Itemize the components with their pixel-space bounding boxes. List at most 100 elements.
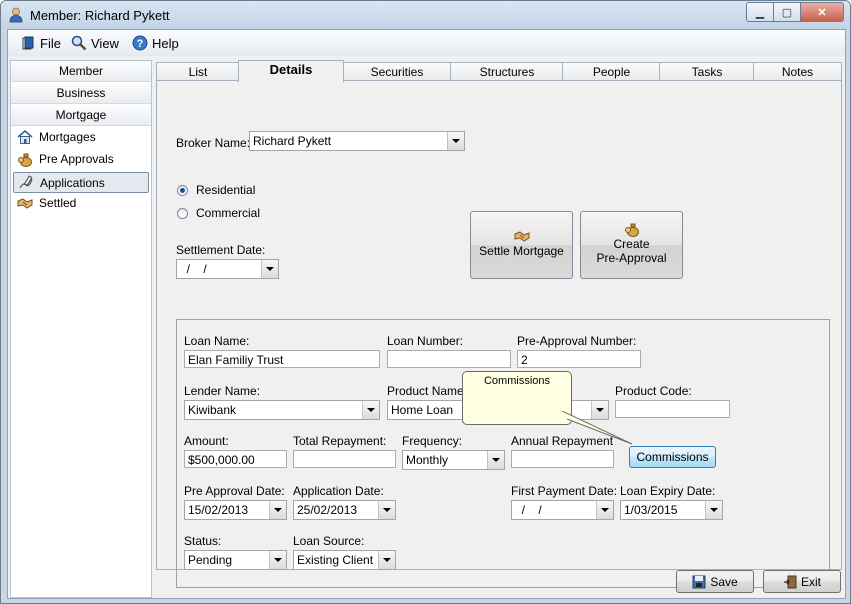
loan-source-combo[interactable]: Existing Client (293, 550, 396, 570)
tab-strip: List Details Securities Structures Peopl… (156, 60, 842, 82)
chevron-down-icon[interactable] (362, 401, 379, 419)
chevron-down-icon[interactable] (269, 501, 286, 519)
lender-name-label: Lender Name: (184, 384, 261, 398)
status-combo[interactable]: Pending (184, 550, 287, 570)
total-repayment-label: Total Repayment: (293, 434, 387, 448)
chevron-down-icon[interactable] (487, 451, 504, 469)
title-bar[interactable]: Member: Richard Pykett ▁ ▢ ✕ (1, 1, 850, 29)
chevron-down-icon[interactable] (261, 260, 278, 278)
main-panel: List Details Securities Structures Peopl… (156, 60, 842, 588)
maximize-button[interactable]: ▢ (774, 2, 801, 22)
exit-button[interactable]: Exit (763, 570, 841, 593)
pre-approval-date-picker[interactable]: 15/02/2013 (184, 500, 287, 520)
tab-notes[interactable]: Notes (753, 62, 842, 81)
main-window: Member: Richard Pykett ▁ ▢ ✕ File View ?… (0, 0, 851, 604)
chevron-down-icon[interactable] (378, 501, 395, 519)
loan-details-group: Loan Name: Elan Familiy Trust Loan Numbe… (176, 319, 830, 588)
create-pre-approval-button[interactable]: Create Pre-Approval (580, 211, 683, 279)
close-icon: ✕ (817, 6, 827, 19)
nav-header-mortgage[interactable]: Mortgage (11, 105, 151, 126)
frequency-value: Monthly (406, 453, 449, 467)
chevron-down-icon[interactable] (447, 132, 464, 150)
nav-item-label: Applications (40, 175, 105, 190)
minimize-icon: ▁ (755, 6, 765, 19)
menu-view[interactable]: View (71, 34, 119, 52)
total-repayment-input[interactable] (293, 450, 396, 468)
first-payment-date-picker[interactable]: / / (511, 500, 614, 520)
loan-expiry-date-picker[interactable]: 1/03/2015 (620, 500, 723, 520)
residential-radio[interactable] (177, 185, 188, 196)
application-date-picker[interactable]: 25/02/2013 (293, 500, 396, 520)
money-bag-icon (581, 221, 682, 237)
close-button[interactable]: ✕ (801, 2, 844, 22)
commercial-label: Commercial (196, 206, 261, 220)
nav-header-business[interactable]: Business (11, 83, 151, 104)
menu-help[interactable]: ? Help (132, 34, 179, 52)
chevron-down-icon[interactable] (269, 551, 286, 569)
status-label: Status: (184, 534, 222, 548)
nav-item-label: Pre Approvals (39, 151, 114, 166)
product-name-label: Product Name (387, 384, 464, 398)
tab-structures[interactable]: Structures (450, 62, 564, 81)
save-button[interactable]: Save (676, 570, 754, 593)
pre-approval-number-label: Pre-Approval Number: (517, 334, 637, 348)
broker-name-label: Broker Name: (176, 136, 251, 150)
file-icon (20, 35, 36, 51)
client-area: File View ? Help Member Business Mortgag… (7, 29, 846, 599)
product-code-label: Product Code: (615, 384, 692, 398)
residential-label: Residential (196, 183, 256, 197)
tab-list[interactable]: List (156, 62, 240, 81)
tab-tasks[interactable]: Tasks (659, 62, 755, 81)
lender-name-combo[interactable]: Kiwibank (184, 400, 380, 420)
exit-label: Exit (800, 574, 821, 589)
settlement-date-value: / / (180, 262, 207, 276)
lender-name-value: Kiwibank (188, 403, 237, 417)
handshake-icon (471, 228, 572, 244)
handshake-icon (17, 195, 33, 211)
nav-item-applications[interactable]: Applications (13, 172, 149, 193)
nav-header-member[interactable]: Member (11, 61, 151, 82)
menu-bar: File View ? Help (8, 30, 845, 56)
nav-item-label: Settled (39, 195, 77, 210)
pen-document-icon (18, 174, 34, 191)
loan-number-label: Loan Number: (387, 334, 464, 348)
menu-help-label: Help (152, 35, 179, 51)
nav-item-mortgages[interactable]: Mortgages (13, 127, 147, 146)
tab-details[interactable]: Details (238, 60, 344, 82)
pre-approval-number-input[interactable]: 2 (517, 350, 641, 368)
broker-name-combo[interactable]: Richard Pykett (249, 131, 465, 151)
tab-people[interactable]: People (562, 62, 661, 81)
application-date-value: 25/02/2013 (297, 503, 358, 517)
settle-mortgage-button[interactable]: Settle Mortgage (470, 211, 573, 279)
loan-number-input[interactable] (387, 350, 511, 368)
amount-label: Amount: (184, 434, 229, 448)
minimize-button[interactable]: ▁ (746, 2, 774, 22)
chevron-down-icon[interactable] (596, 501, 613, 519)
pre-approval-date-value: 15/02/2013 (188, 503, 249, 517)
broker-name-value: Richard Pykett (253, 134, 332, 148)
menu-file[interactable]: File (20, 34, 61, 52)
maximize-icon: ▢ (781, 6, 793, 19)
settlement-date-picker[interactable]: / / (176, 259, 279, 279)
nav-item-settled[interactable]: Settled (13, 193, 147, 212)
details-tab-panel: Broker Name: Richard Pykett Residential … (156, 80, 842, 588)
house-icon (17, 129, 33, 145)
commercial-radio[interactable] (177, 208, 188, 219)
nav-item-pre-approvals[interactable]: Pre Approvals (13, 149, 147, 168)
create-label-line2: Pre-Approval (596, 251, 667, 265)
chevron-down-icon[interactable] (378, 551, 395, 569)
svg-text:?: ? (137, 38, 144, 50)
help-icon: ? (132, 35, 148, 51)
commissions-tooltip: Commissions (462, 371, 572, 425)
magnifier-icon (71, 35, 87, 51)
frequency-combo[interactable]: Monthly (402, 450, 505, 470)
loan-source-value: Existing Client (297, 553, 374, 567)
menu-file-label: File (40, 35, 61, 51)
loan-name-input[interactable]: Elan Familiy Trust (184, 350, 380, 368)
product-name-value: Home Loan (391, 403, 454, 417)
tab-securities[interactable]: Securities (342, 62, 452, 81)
chevron-down-icon[interactable] (705, 501, 722, 519)
amount-input[interactable]: $500,000.00 (184, 450, 287, 468)
annual-repayment-input[interactable] (511, 450, 614, 468)
commissions-button[interactable]: Commissions (629, 446, 716, 468)
